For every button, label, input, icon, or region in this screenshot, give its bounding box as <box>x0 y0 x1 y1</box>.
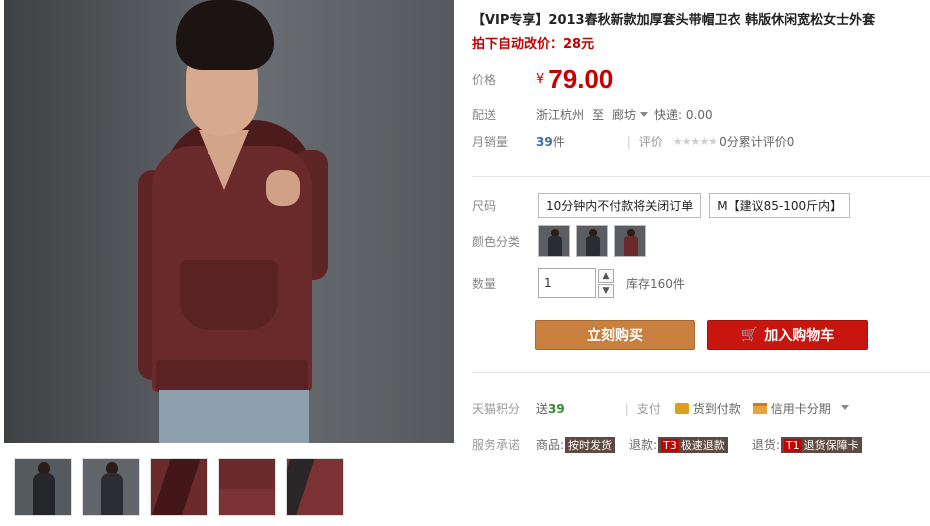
rating-stars-icon: ★★★★★ <box>672 135 718 148</box>
service-1-prefix: 商品: <box>536 438 565 452</box>
price-row: 价格 ¥ 79.00 <box>472 64 613 95</box>
chevron-down-icon[interactable] <box>840 405 849 410</box>
thumbnail-3[interactable] <box>150 458 208 516</box>
thumbnail-1[interactable] <box>14 458 72 516</box>
quantity-row: 数量 ▲ ▼ 库存160件 <box>472 268 685 298</box>
service-2-tag[interactable]: T3 极速退款 <box>658 436 728 453</box>
sales-separator: | <box>626 134 631 149</box>
shipping-row: 配送 浙江杭州 至 廊坊 快递: 0.00 <box>472 106 713 123</box>
review-label: 评价 <box>638 135 663 149</box>
sales-unit: 件 <box>552 135 565 149</box>
points-row: 天猫积分 送 39 | 支付 货到付款 信用卡分期 <box>472 400 855 417</box>
photo-hem <box>156 360 308 392</box>
stock-text: 库存160件 <box>626 276 685 291</box>
photo-jeans <box>159 390 309 443</box>
divider-bottom <box>472 372 930 373</box>
service-label: 服务承诺 <box>472 438 521 452</box>
add-to-cart-label: 加入购物车 <box>764 328 835 344</box>
promo-text: 拍下自动改价：28元 <box>472 37 595 52</box>
thumbnail-2[interactable] <box>82 458 140 516</box>
sales-label: 月销量 <box>472 135 509 149</box>
review-text: 累计评价 <box>738 135 787 149</box>
color-swatch-1[interactable] <box>538 225 570 257</box>
photo-hair <box>176 0 274 70</box>
divider-top <box>472 176 930 177</box>
points-label: 天猫积分 <box>472 402 521 416</box>
points-value: 39 <box>548 401 565 416</box>
add-to-cart-button[interactable]: 🛒 加入购物车 <box>707 320 868 350</box>
photo-hand <box>266 170 300 206</box>
size-row: 尺码 10分钟内不付款将关闭订单 M【建议85-100斤内】 <box>472 193 858 218</box>
credit-text: 信用卡分期 <box>770 402 831 416</box>
review-count: 0 <box>786 135 795 149</box>
credit-card-icon <box>752 403 767 414</box>
quantity-stepper: ▲ ▼ <box>598 268 614 298</box>
service-2-text: 极速退款 <box>680 438 725 452</box>
size-option-2[interactable]: M【建议85-100斤内】 <box>709 193 851 218</box>
price-label: 价格 <box>472 73 497 87</box>
price-value: 79.00 <box>548 64 614 94</box>
service-1-tag[interactable]: 按时发货 <box>565 436 616 453</box>
ship-to-dropdown[interactable]: 廊坊 <box>612 106 654 123</box>
product-title: 【VIP专享】2013春秋新款加厚套头带帽卫衣 韩版休闲宽松女士外套 <box>472 13 876 28</box>
service-row: 服务承诺 商品: 按时发货 退款: T3 极速退款 退货: T1 退货保障卡 <box>472 436 862 453</box>
currency-symbol: ¥ <box>536 72 545 87</box>
shipping-label: 配送 <box>472 108 497 122</box>
rating-score: 0分 <box>719 135 739 149</box>
color-label: 颜色分类 <box>472 234 521 249</box>
service-3-tag[interactable]: T1 退货保障卡 <box>780 436 862 453</box>
color-swatch-3[interactable] <box>614 225 646 257</box>
sales-row: 月销量 39 件 | 评价 ★★★★★ 0分 累计评价0 <box>472 133 794 150</box>
buy-now-button[interactable]: 立刻购买 <box>535 320 695 350</box>
main-product-image[interactable] <box>4 0 454 443</box>
sales-count: 39 <box>536 134 553 149</box>
size-label: 尺码 <box>472 199 497 213</box>
thumbnail-strip <box>14 458 344 516</box>
chevron-down-icon <box>640 112 649 117</box>
service-3-code: T1 <box>783 438 802 452</box>
points-separator: | <box>624 401 629 416</box>
quantity-up-icon[interactable]: ▲ <box>598 268 614 283</box>
quantity-down-icon[interactable]: ▼ <box>598 283 614 298</box>
review-link[interactable]: 累计评价0 <box>739 133 795 150</box>
service-3-prefix: 退货: <box>751 438 780 452</box>
photo-pocket <box>180 260 278 330</box>
ship-from: 浙江杭州 <box>536 108 585 122</box>
cod-text: 货到付款 <box>692 402 741 416</box>
photo-vneck <box>199 130 249 190</box>
service-3-text: 退货保障卡 <box>803 438 859 452</box>
service-2-code: T3 <box>661 438 679 452</box>
thumbnail-4[interactable] <box>218 458 276 516</box>
ship-fee: 快递: 0.00 <box>654 108 713 122</box>
pay-label: 支付 <box>636 402 661 416</box>
quantity-label: 数量 <box>472 276 497 291</box>
quantity-input[interactable] <box>538 268 596 298</box>
ship-to-word: 至 <box>592 108 605 122</box>
size-option-1[interactable]: 10分钟内不付款将关闭订单 <box>538 193 702 218</box>
cod-icon <box>674 403 689 414</box>
points-prefix: 送 <box>536 402 549 416</box>
color-swatch-2[interactable] <box>576 225 608 257</box>
thumbnail-5[interactable] <box>286 458 344 516</box>
cart-icon: 🛒 <box>740 327 759 343</box>
color-row: 颜色分类 <box>472 225 652 257</box>
ship-to-value: 廊坊 <box>612 108 637 122</box>
service-2-prefix: 退款: <box>629 438 658 452</box>
